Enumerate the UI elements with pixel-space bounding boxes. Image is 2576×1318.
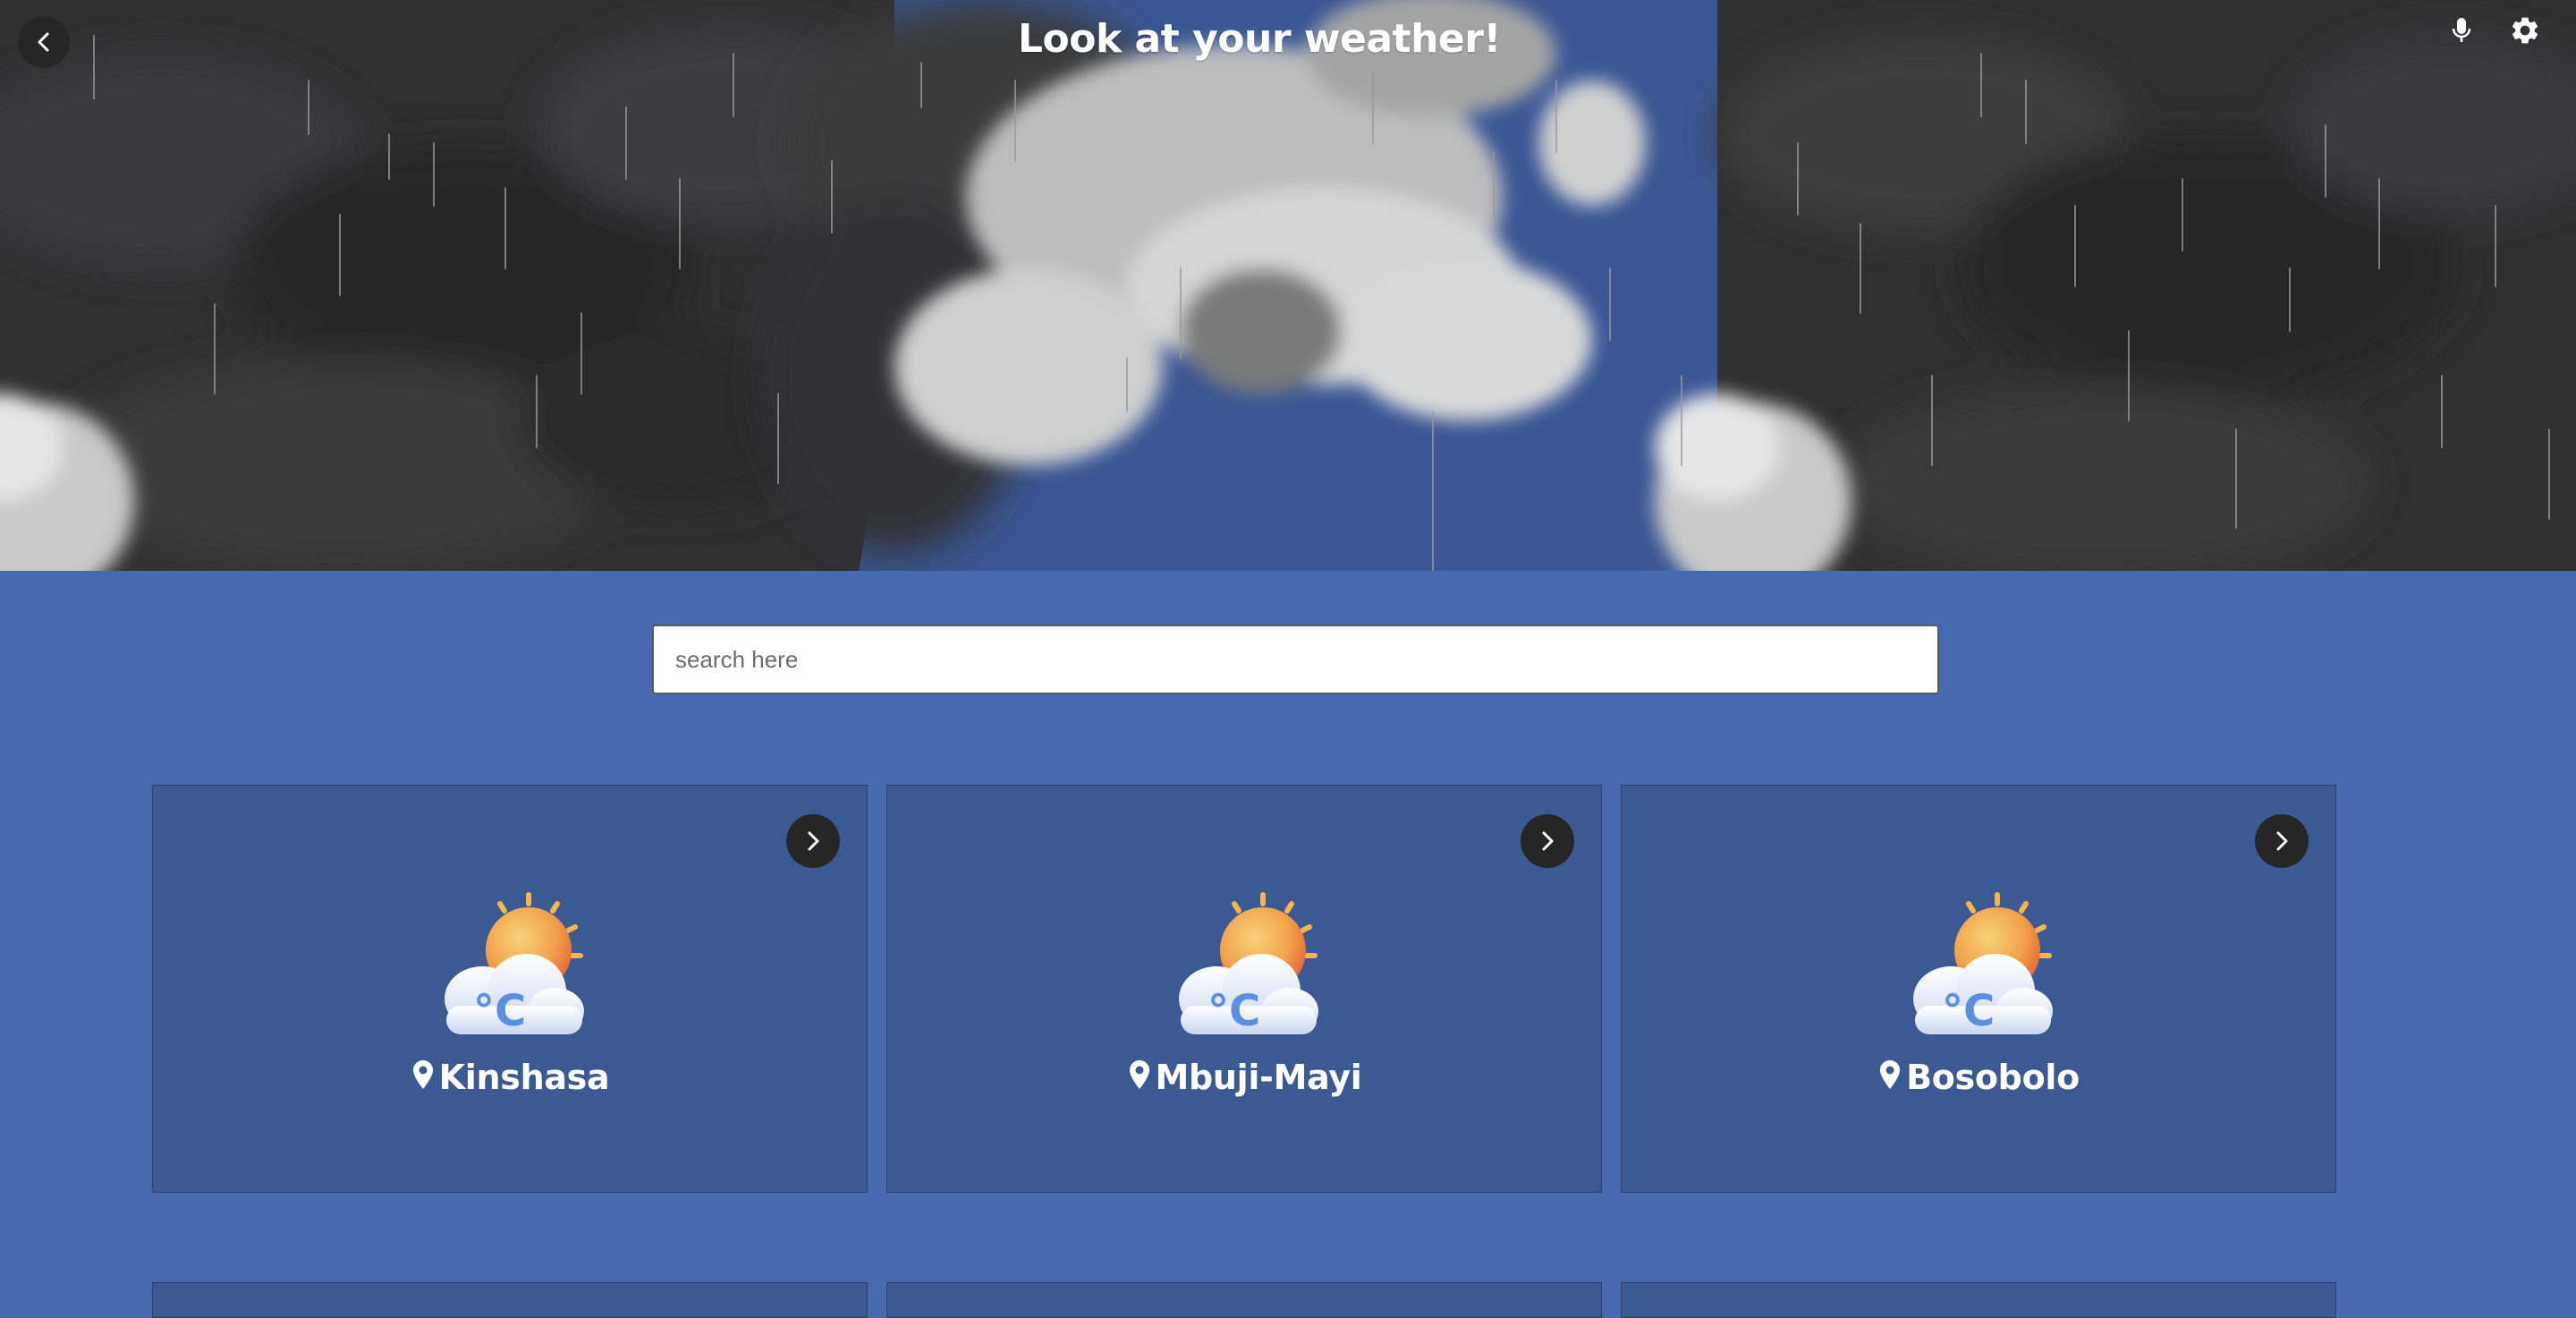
- open-city-button[interactable]: [2255, 814, 2309, 868]
- search-input[interactable]: [652, 625, 1939, 694]
- rain-clouds-background: [0, 0, 2576, 571]
- partly-cloudy-celsius-icon: °C: [445, 892, 584, 1036]
- city-card-bosobolo[interactable]: °C Bosobolo: [1621, 785, 2336, 1193]
- weather-hero-banner: Look at your weather!: [0, 0, 2576, 571]
- location-pin-icon: [412, 1060, 433, 1089]
- gear-icon: [2512, 17, 2538, 44]
- voice-search-button[interactable]: [2445, 13, 2478, 48]
- city-card-kinshasa[interactable]: °C Kinshasa: [152, 785, 868, 1193]
- city-card-partial[interactable]: [886, 1282, 1602, 1318]
- city-card-mbuji-mayi[interactable]: °C Mbuji-Mayi: [886, 785, 1602, 1193]
- city-name: Mbuji-Mayi: [1155, 1058, 1362, 1097]
- city-card-partial[interactable]: [1621, 1282, 2336, 1318]
- city-name: Bosobolo: [1906, 1058, 2080, 1097]
- svg-text:°C: °C: [1208, 986, 1260, 1036]
- search-bar: [652, 625, 1939, 694]
- city-label: Kinshasa: [153, 1058, 869, 1097]
- microphone-icon: [2452, 18, 2471, 42]
- chevron-right-icon: [808, 831, 819, 851]
- svg-text:°C: °C: [1942, 986, 1995, 1036]
- settings-button[interactable]: [2505, 11, 2545, 50]
- svg-text:°C: °C: [473, 986, 526, 1036]
- city-label: Bosobolo: [1622, 1058, 2337, 1097]
- partly-cloudy-celsius-icon: °C: [1913, 892, 2053, 1036]
- page-title: Look at your weather!: [1017, 16, 1502, 62]
- location-pin-icon: [1880, 1060, 1901, 1089]
- city-card-partial[interactable]: [152, 1282, 868, 1318]
- city-name: Kinshasa: [438, 1058, 610, 1097]
- open-city-button[interactable]: [786, 814, 840, 868]
- partly-cloudy-celsius-icon: °C: [1179, 892, 1318, 1036]
- chevron-right-icon: [1542, 831, 1554, 851]
- location-pin-icon: [1129, 1060, 1149, 1089]
- chevron-right-icon: [2276, 831, 2288, 851]
- open-city-button[interactable]: [1521, 814, 1574, 868]
- city-label: Mbuji-Mayi: [887, 1058, 1603, 1097]
